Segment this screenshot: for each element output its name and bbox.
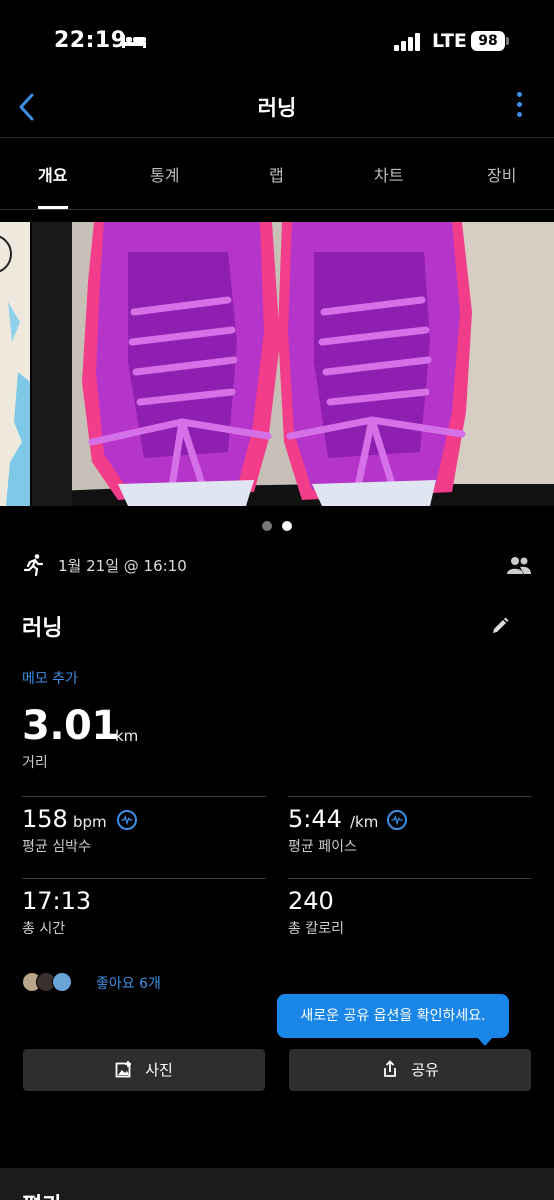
avg-pace-unit: /km — [350, 813, 379, 831]
tab-stats[interactable]: 통계 — [150, 162, 179, 186]
edit-pencil-icon[interactable] — [490, 616, 510, 636]
avg-heart-rate-label: 평균 심박수 — [22, 839, 91, 855]
share-tooltip[interactable]: 새로운 공유 옵션을 확인하세요. — [277, 994, 509, 1038]
divider — [22, 796, 266, 797]
total-time-label: 총 시간 — [22, 921, 66, 937]
tab-laps[interactable]: 랩 — [269, 162, 284, 186]
divider — [288, 878, 532, 879]
status-time: 22:19 — [54, 28, 127, 53]
divider — [288, 796, 532, 797]
carousel-pagination — [0, 516, 554, 535]
photo-carousel[interactable] — [0, 222, 554, 506]
distance-value: 3.01 — [22, 703, 119, 749]
tab-overview[interactable]: 개요 — [38, 162, 67, 186]
total-calories-label: 총 칼로리 — [288, 921, 344, 937]
distance-unit: km — [115, 727, 139, 745]
tab-charts[interactable]: 차트 — [374, 162, 403, 186]
pace-detail-icon[interactable] — [387, 810, 407, 830]
nav-bar: 러닝 — [0, 80, 554, 138]
tooltip-arrow — [476, 1036, 494, 1046]
cell-signal-icon — [394, 33, 420, 51]
activity-title: 러닝 — [22, 616, 63, 641]
avg-heart-rate-unit: bpm — [73, 813, 107, 831]
status-bar: 22:19 LTE 98 — [0, 0, 554, 80]
avatar — [52, 972, 72, 992]
tab-gear[interactable]: 장비 — [487, 162, 516, 186]
avg-pace-label: 평균 페이스 — [288, 839, 357, 855]
avg-pace-value: 5:44 — [288, 805, 342, 833]
total-time-value: 17:13 — [22, 887, 92, 915]
add-memo-link[interactable]: 메모 추가 — [22, 668, 78, 688]
running-icon — [23, 554, 44, 577]
carousel-dot[interactable] — [262, 521, 272, 531]
activity-date: 1월 21일 @ 16:10 — [58, 557, 187, 575]
total-calories-value: 240 — [288, 887, 334, 915]
heart-rate-icon[interactable] — [117, 810, 137, 830]
active-tab-indicator — [38, 206, 68, 209]
tab-bar: 개요 통계 랩 차트 장비 — [0, 140, 554, 210]
sleep-mode-icon — [122, 35, 146, 48]
photo-previous[interactable] — [0, 222, 30, 506]
share-label: 공유 — [411, 1061, 439, 1079]
group-icon[interactable] — [506, 555, 532, 575]
add-photo-button[interactable]: 사진 — [23, 1049, 265, 1091]
likes-link[interactable]: 좋아요 6개 — [96, 973, 161, 993]
divider — [22, 878, 266, 879]
page-title: 러닝 — [257, 96, 297, 120]
carousel-dot-active[interactable] — [282, 521, 292, 531]
more-options-icon[interactable] — [514, 92, 524, 122]
add-photo-icon — [115, 1061, 132, 1078]
distance-label: 거리 — [22, 755, 48, 771]
battery-tip — [506, 37, 509, 45]
rating-title: 평가 — [22, 1188, 62, 1200]
avg-heart-rate-value: 158 — [22, 805, 68, 833]
network-type: LTE — [432, 30, 467, 52]
share-button[interactable]: 공유 — [289, 1049, 531, 1091]
add-photo-label: 사진 — [145, 1061, 173, 1079]
running-shoes-photo[interactable] — [32, 222, 554, 506]
battery-icon: 98 — [471, 31, 505, 51]
share-icon — [384, 1060, 397, 1077]
liker-avatars[interactable] — [22, 972, 82, 994]
rating-card[interactable]: 평가 — [0, 1168, 554, 1200]
activity-meta: 1월 21일 @ 16:10 — [22, 553, 532, 577]
